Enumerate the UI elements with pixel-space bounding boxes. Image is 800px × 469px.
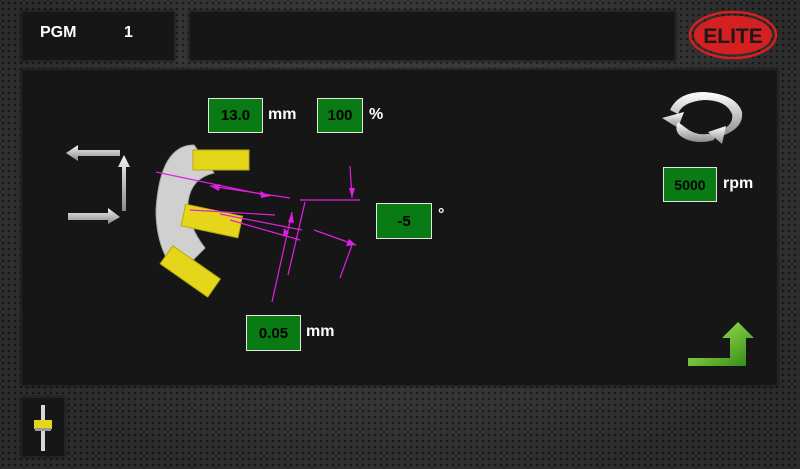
percent-unit: % xyxy=(369,106,384,123)
rotation-icon[interactable] xyxy=(658,88,744,148)
rpm-field[interactable]: 5000 xyxy=(663,167,717,202)
rpm-unit: rpm xyxy=(723,175,754,192)
title-display xyxy=(189,11,676,61)
tool-insert-diagram xyxy=(155,144,360,303)
angle-field[interactable]: -5 xyxy=(376,203,432,239)
turn-up-arrow-icon[interactable] xyxy=(686,320,756,368)
pgm-label: PGM xyxy=(40,24,77,41)
insert-top xyxy=(192,149,250,171)
feed-unit: mm xyxy=(268,106,297,123)
percent-field[interactable]: 100 xyxy=(317,98,363,133)
slider-icon[interactable] xyxy=(30,403,56,453)
logo-text: ELITE xyxy=(703,25,763,48)
elite-logo: ELITE xyxy=(688,10,778,60)
feed-field[interactable]: 13.0 xyxy=(208,98,263,133)
angle-unit: ° xyxy=(438,206,445,223)
pgm-number[interactable]: 1 xyxy=(124,24,133,42)
